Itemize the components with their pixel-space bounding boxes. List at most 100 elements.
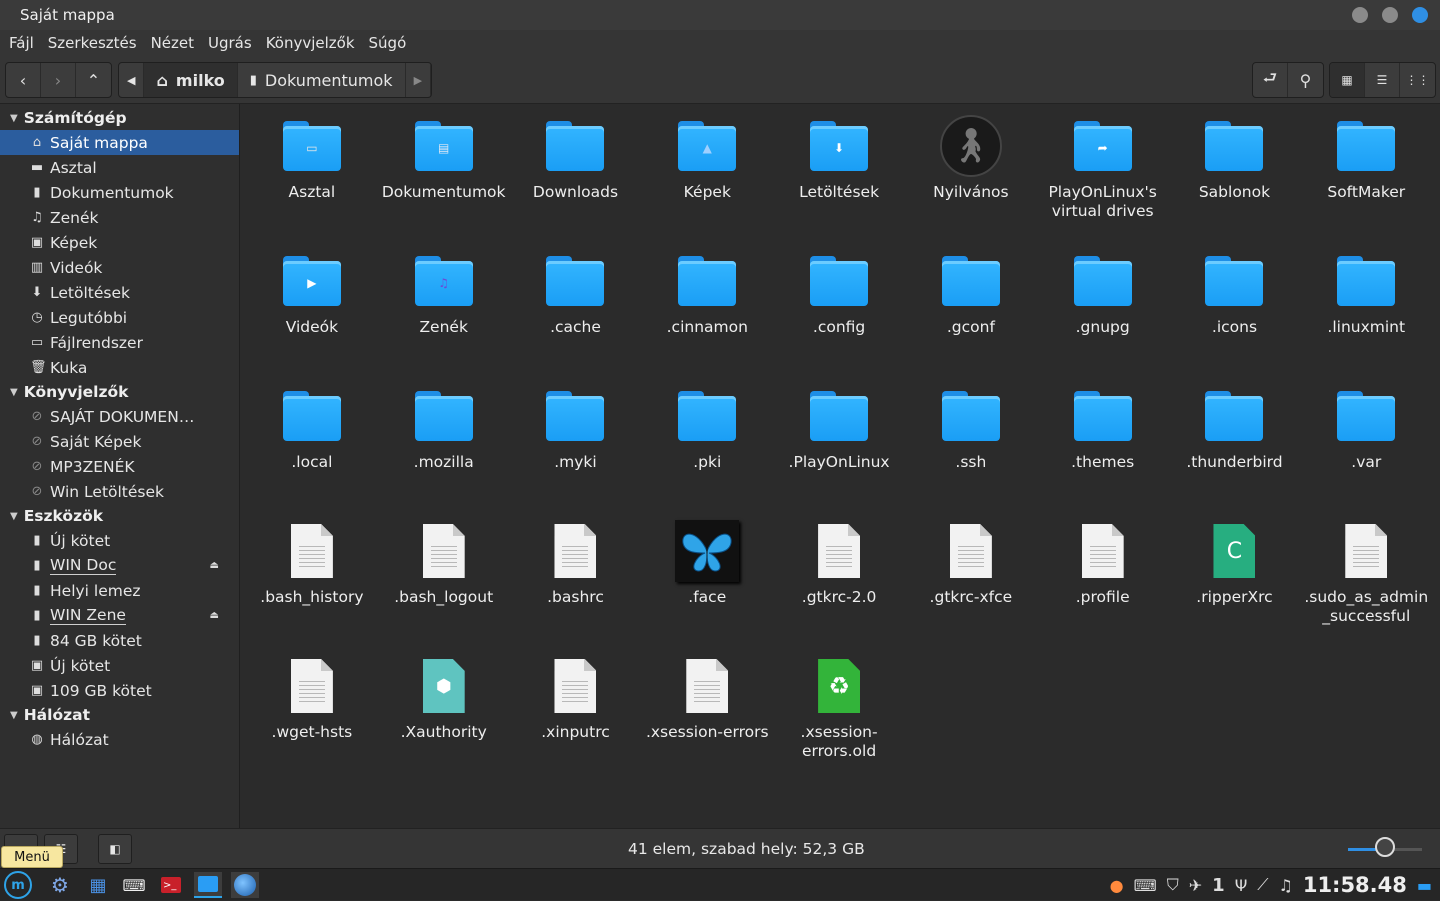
file-item[interactable]: .profile: [1037, 519, 1169, 654]
sidebar-header-devices[interactable]: ▼ Eszközök: [0, 504, 239, 528]
sidebar-item-downloads[interactable]: ⬇ Letöltések: [0, 280, 239, 305]
menu-view[interactable]: Nézet: [151, 34, 194, 52]
file-item[interactable]: .thunderbird: [1169, 384, 1301, 519]
file-item[interactable]: 🚶︎ Nyilvános: [905, 114, 1037, 249]
breadcrumb-current[interactable]: ▮ Dokumentumok: [238, 63, 406, 97]
zoom-slider-handle[interactable]: [1375, 837, 1395, 857]
file-item[interactable]: .var: [1300, 384, 1432, 519]
close-button[interactable]: [1412, 7, 1428, 23]
up-button[interactable]: ⌃: [76, 63, 111, 97]
file-item[interactable]: Sablonok: [1169, 114, 1301, 249]
breadcrumb-left-arrow[interactable]: ◀: [119, 63, 145, 97]
sidebar-item-desktop[interactable]: ▬ Asztal: [0, 155, 239, 180]
file-item[interactable]: ♻ .xsession-errors.old: [773, 654, 905, 789]
file-item[interactable]: SoftMaker: [1300, 114, 1432, 249]
settings-launcher[interactable]: ⚙: [46, 872, 74, 898]
volume-icon[interactable]: ♫: [1278, 876, 1292, 895]
file-item[interactable]: ▭ Asztal: [246, 114, 378, 249]
sidebar-item-home[interactable]: ⌂ Saját mappa: [0, 130, 239, 155]
file-view[interactable]: ▭ Asztal ▤ Dokumentumok Downloads ▲ Képek ⬇ Letö…: [241, 104, 1440, 828]
file-item[interactable]: .gconf: [905, 249, 1037, 384]
file-item[interactable]: .gnupg: [1037, 249, 1169, 384]
firefox-icon[interactable]: ●: [1110, 876, 1124, 895]
search-button[interactable]: ⚲: [1288, 63, 1323, 97]
eject-icon[interactable]: ⏏: [210, 560, 219, 571]
apps-launcher[interactable]: ▦: [84, 872, 112, 898]
file-item[interactable]: ▤ Dokumentumok: [378, 114, 510, 249]
file-item[interactable]: .themes: [1037, 384, 1169, 519]
sidebar-device[interactable]: ▮ Új kötet: [0, 528, 239, 553]
file-item[interactable]: .bashrc: [510, 519, 642, 654]
file-item[interactable]: .face: [641, 519, 773, 654]
network-tray-icon[interactable]: ⟋: [1257, 875, 1268, 895]
file-item[interactable]: ▲ Képek: [641, 114, 773, 249]
terminal-launcher[interactable]: >_: [157, 872, 185, 898]
sidebar-item-music[interactable]: ♫ Zenék: [0, 205, 239, 230]
file-item[interactable]: .gtkrc-2.0: [773, 519, 905, 654]
mint-menu-button[interactable]: m: [4, 871, 32, 899]
sidebar-bookmark[interactable]: ⊘ SAJÁT DOKUMEN…: [0, 404, 239, 429]
file-item[interactable]: ⬢ .Xauthority: [378, 654, 510, 789]
file-item[interactable]: .PlayOnLinux: [773, 384, 905, 519]
compact-view-button[interactable]: ⋮⋮: [1400, 63, 1435, 97]
menu-edit[interactable]: Szerkesztés: [48, 34, 137, 52]
sidebar-item-recent[interactable]: ◷ Legutóbbi: [0, 305, 239, 330]
sidebar-item-documents[interactable]: ▮ Dokumentumok: [0, 180, 239, 205]
eject-icon[interactable]: ⏏: [210, 610, 219, 621]
file-item[interactable]: .config: [773, 249, 905, 384]
file-item[interactable]: ♫ Zenék: [378, 249, 510, 384]
file-item[interactable]: ⬇ Letöltések: [773, 114, 905, 249]
menu-bookmarks[interactable]: Könyvjelzők: [266, 34, 355, 52]
file-item[interactable]: .wget-hsts: [246, 654, 378, 789]
sidebar-header-network[interactable]: ▼ Hálózat: [0, 703, 239, 727]
task-browser[interactable]: [231, 872, 259, 898]
usb-icon[interactable]: Ψ: [1235, 876, 1248, 895]
file-item[interactable]: .ssh: [905, 384, 1037, 519]
sidebar-device[interactable]: ▮ 84 GB kötet: [0, 628, 239, 653]
back-button[interactable]: ‹: [6, 63, 41, 97]
file-item[interactable]: .bash_history: [246, 519, 378, 654]
file-item[interactable]: .sudo_as_admin_successful: [1300, 519, 1432, 654]
file-item[interactable]: .cache: [510, 249, 642, 384]
icon-view-button[interactable]: ▦: [1330, 63, 1365, 97]
notifications-icon[interactable]: ✈: [1189, 876, 1202, 895]
clock[interactable]: 11:58.48: [1303, 873, 1407, 897]
minimize-button[interactable]: [1352, 7, 1368, 23]
maximize-button[interactable]: [1382, 7, 1398, 23]
file-item[interactable]: .gtkrc-xfce: [905, 519, 1037, 654]
sidebar-device[interactable]: ▮ Helyi lemez: [0, 578, 239, 603]
sidebar-device[interactable]: ▮ WIN Zene ⏏: [0, 603, 239, 628]
sidebar-device[interactable]: ▣ Új kötet: [0, 653, 239, 678]
sidebar-header-bookmarks[interactable]: ▼ Könyvjelzők: [0, 380, 239, 404]
keyboard-launcher[interactable]: ⌨: [120, 872, 148, 898]
file-item[interactable]: ▶ Videók: [246, 249, 378, 384]
file-item[interactable]: ➦ PlayOnLinux's virtual drives: [1037, 114, 1169, 249]
breadcrumb-home[interactable]: ⌂ milko: [144, 63, 238, 97]
task-file-manager[interactable]: [194, 872, 222, 898]
sidebar-item-filesystem[interactable]: ▭ Fájlrendszer: [0, 330, 239, 355]
list-view-button[interactable]: ☰: [1365, 63, 1400, 97]
sidebar-header-computer[interactable]: ▼ Számítógép: [0, 106, 239, 130]
file-item[interactable]: .pki: [641, 384, 773, 519]
shield-icon[interactable]: ⛉: [1167, 875, 1179, 895]
toggle-location-button[interactable]: ⮐: [1253, 63, 1288, 97]
file-item[interactable]: .xinputrc: [510, 654, 642, 789]
file-item[interactable]: C .ripperXrc: [1169, 519, 1301, 654]
file-item[interactable]: .mozilla: [378, 384, 510, 519]
sidebar-item-trash[interactable]: 🗑︎ Kuka: [0, 355, 239, 380]
file-item[interactable]: .cinnamon: [641, 249, 773, 384]
workspace-indicator[interactable]: 1: [1212, 875, 1225, 896]
file-item[interactable]: .local: [246, 384, 378, 519]
file-item[interactable]: .icons: [1169, 249, 1301, 384]
keyboard-layout-icon[interactable]: ⌨: [1134, 876, 1157, 895]
menu-go[interactable]: Ugrás: [208, 34, 252, 52]
file-item[interactable]: Downloads: [510, 114, 642, 249]
file-item[interactable]: .myki: [510, 384, 642, 519]
file-item[interactable]: .linuxmint: [1300, 249, 1432, 384]
sidebar-item-pictures[interactable]: ▣ Képek: [0, 230, 239, 255]
toggle-sidebar-button[interactable]: ◧: [98, 834, 132, 864]
sidebar-item-videos[interactable]: ▥ Videók: [0, 255, 239, 280]
menu-file[interactable]: Fájl: [9, 34, 34, 52]
file-item[interactable]: .bash_logout: [378, 519, 510, 654]
sidebar-bookmark[interactable]: ⊘ Saját Képek: [0, 429, 239, 454]
